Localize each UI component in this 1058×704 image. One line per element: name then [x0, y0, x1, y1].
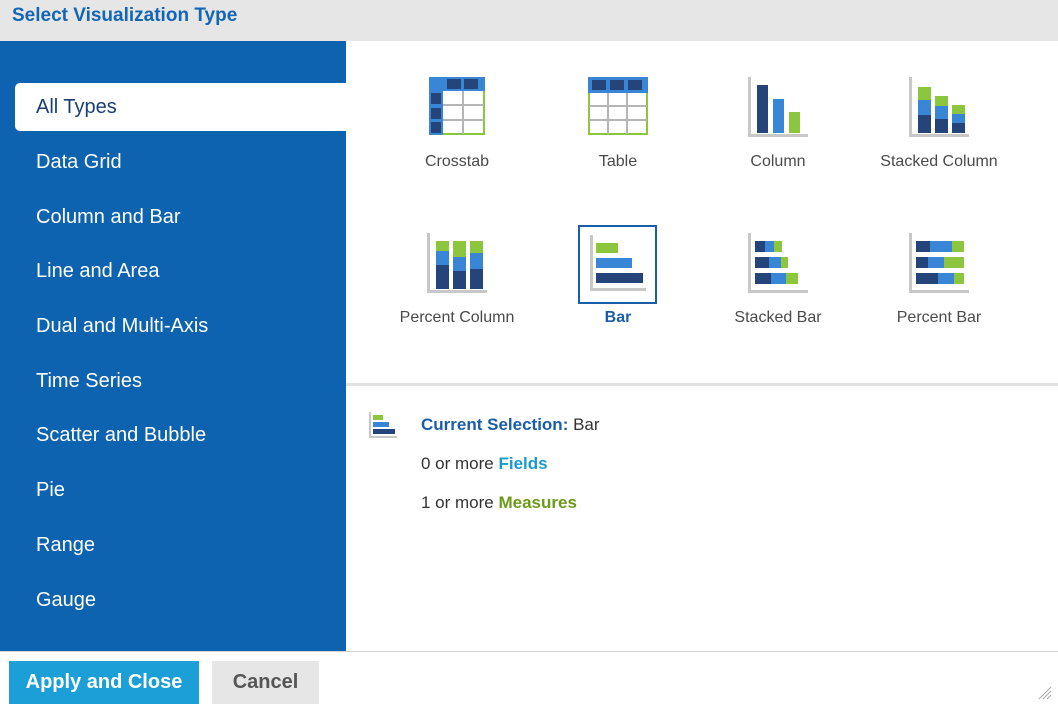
- fields-link: Fields: [498, 454, 548, 473]
- type-tile-percent-bar[interactable]: Percent Bar: [859, 229, 1019, 349]
- crosstab-icon: [429, 77, 485, 135]
- bar-chart-icon: [590, 235, 646, 291]
- current-selection-value: Bar: [573, 415, 600, 434]
- sidebar-item-range[interactable]: Range: [15, 521, 346, 569]
- measures-requirement: 1 or more Measures: [421, 493, 577, 513]
- fields-requirement: 0 or more Fields: [421, 454, 548, 474]
- sidebar-item-line-and-area[interactable]: Line and Area: [15, 247, 346, 295]
- measures-prefix: 1 or more: [421, 493, 494, 512]
- type-tile-column[interactable]: Column: [698, 73, 858, 193]
- table-icon: [588, 77, 648, 135]
- type-tile-bar[interactable]: Bar: [538, 225, 698, 349]
- sidebar-item-scatter-and-bubble[interactable]: Scatter and Bubble: [15, 411, 346, 459]
- type-label-crosstab: Crosstab: [424, 153, 490, 170]
- apply-and-close-button[interactable]: Apply and Close: [9, 661, 199, 704]
- dialog-footer: Apply and Close Cancel: [0, 651, 1058, 704]
- visualization-type-grid: Crosstab Table Column Stacked Column Per…: [346, 41, 1058, 385]
- selection-details: Current Selection: Bar 0 or more Fields …: [346, 386, 1058, 651]
- category-sidebar: All Types Data Grid Column and Bar Line …: [0, 41, 346, 651]
- percent-column-icon: [427, 233, 487, 293]
- dialog-title: Select Visualization Type: [12, 5, 238, 26]
- sidebar-item-dual-and-multi-axis[interactable]: Dual and Multi-Axis: [15, 302, 346, 350]
- type-label-column: Column: [750, 153, 806, 170]
- type-tile-crosstab[interactable]: Crosstab: [377, 73, 537, 193]
- measures-link: Measures: [498, 493, 577, 512]
- column-chart-icon: [748, 77, 808, 137]
- dialog-titlebar: Select Visualization Type: [0, 0, 1058, 41]
- type-label-table: Table: [598, 153, 638, 170]
- type-label-percent-column: Percent Column: [399, 309, 515, 326]
- sidebar-item-data-grid[interactable]: Data Grid: [15, 138, 346, 186]
- fields-prefix: 0 or more: [421, 454, 494, 473]
- type-tile-stacked-column[interactable]: Stacked Column: [859, 73, 1019, 193]
- cancel-button[interactable]: Cancel: [212, 661, 319, 704]
- type-tile-table[interactable]: Table: [538, 73, 698, 193]
- stacked-column-icon: [909, 77, 969, 137]
- type-label-bar: Bar: [604, 309, 632, 326]
- type-label-stacked-bar: Stacked Bar: [734, 309, 822, 326]
- sidebar-item-column-and-bar[interactable]: Column and Bar: [15, 193, 346, 241]
- type-label-stacked-column: Stacked Column: [880, 153, 998, 170]
- type-tile-stacked-bar[interactable]: Stacked Bar: [698, 229, 858, 349]
- percent-bar-icon: [909, 233, 969, 293]
- sidebar-item-time-series[interactable]: Time Series: [15, 357, 346, 405]
- resize-grip-icon[interactable]: [1038, 686, 1052, 700]
- sidebar-item-gauge[interactable]: Gauge: [15, 576, 346, 624]
- bar-chart-small-icon: [369, 412, 397, 438]
- type-label-percent-bar: Percent Bar: [896, 309, 982, 326]
- sidebar-item-pie[interactable]: Pie: [15, 466, 346, 514]
- type-tile-percent-column[interactable]: Percent Column: [377, 229, 537, 349]
- current-selection: Current Selection: Bar: [421, 415, 600, 435]
- sidebar-item-all-types[interactable]: All Types: [15, 83, 346, 131]
- current-selection-label: Current Selection:: [421, 415, 569, 434]
- stacked-bar-icon: [748, 233, 808, 293]
